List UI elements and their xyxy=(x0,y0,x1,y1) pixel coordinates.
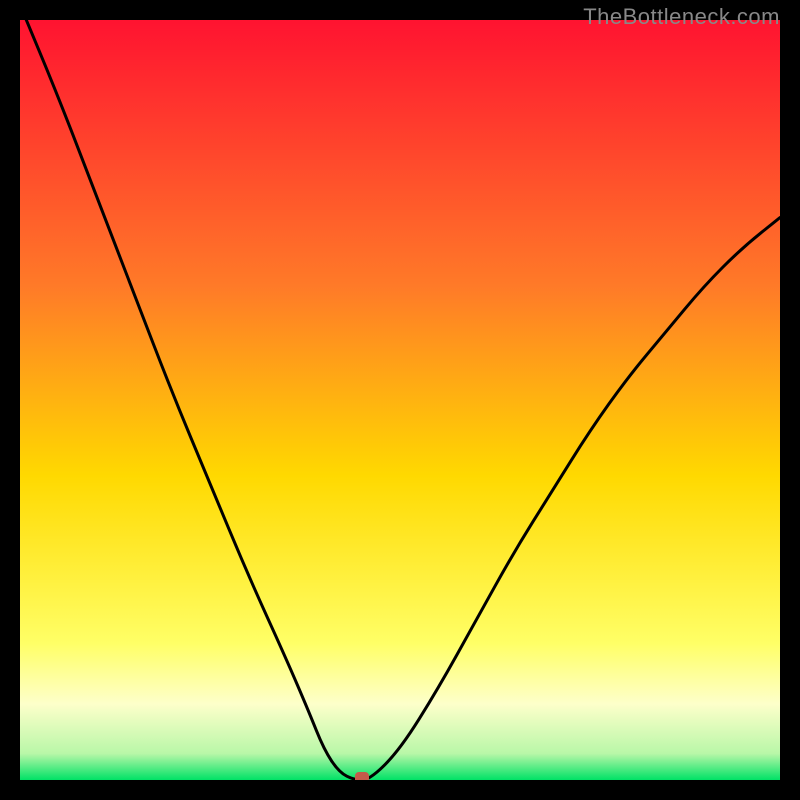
gradient-background xyxy=(20,20,780,780)
watermark-label: TheBottleneck.com xyxy=(583,4,780,30)
bottleneck-chart xyxy=(20,20,780,780)
optimum-marker xyxy=(355,772,369,780)
chart-frame: TheBottleneck.com xyxy=(0,0,800,800)
